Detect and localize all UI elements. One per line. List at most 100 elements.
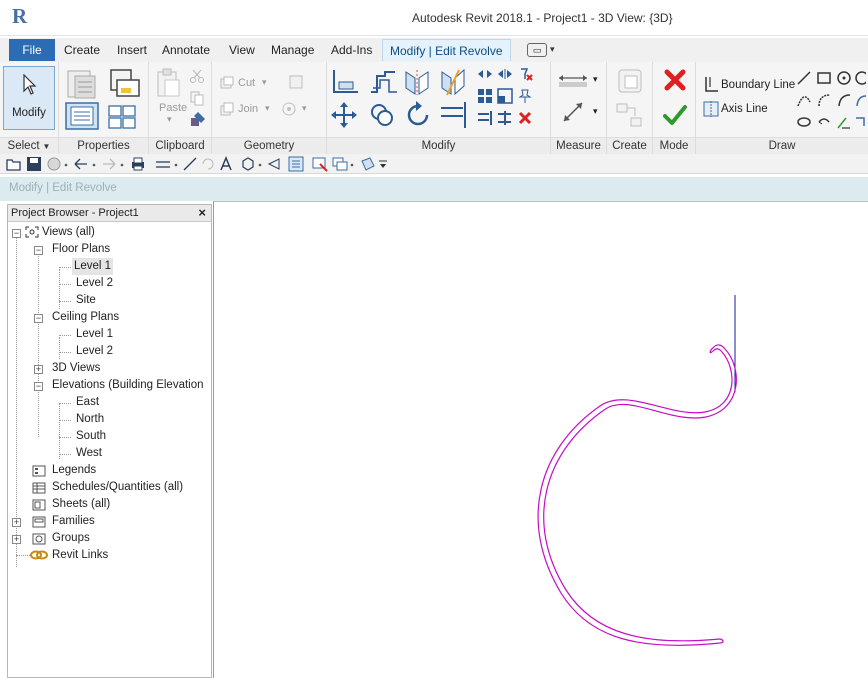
switch-windows-icon[interactable] bbox=[332, 156, 348, 172]
join-geometry-label[interactable]: Join bbox=[238, 103, 258, 115]
chevron-down-icon[interactable]: ▾ bbox=[593, 106, 598, 117]
wall-joins-icon[interactable] bbox=[288, 74, 304, 90]
create-group-icon[interactable] bbox=[615, 102, 645, 130]
copy-icon[interactable] bbox=[189, 90, 205, 106]
align-icon[interactable] bbox=[331, 68, 361, 94]
polygon-tool-icon[interactable] bbox=[836, 70, 852, 86]
boundary-line-icon[interactable] bbox=[702, 75, 720, 95]
tree-item-floor-plans[interactable]: Floor Plans bbox=[52, 241, 110, 258]
measure-qat-icon[interactable] bbox=[154, 156, 172, 172]
tab-add-ins[interactable]: Add-Ins bbox=[331, 39, 372, 61]
sync-central-icon[interactable] bbox=[46, 156, 62, 172]
tab-create[interactable]: Create bbox=[64, 39, 100, 61]
partial-ellipse-icon[interactable] bbox=[816, 114, 832, 130]
open-icon[interactable] bbox=[6, 156, 22, 172]
print-icon[interactable] bbox=[130, 156, 146, 172]
close-icon[interactable]: × bbox=[198, 205, 206, 220]
pick-lines-icon[interactable] bbox=[836, 114, 852, 130]
axis-line-label[interactable]: Axis Line bbox=[721, 103, 768, 115]
file-tab[interactable]: File bbox=[9, 39, 55, 61]
cancel-edit-mode-icon[interactable] bbox=[663, 68, 687, 92]
line-tool-icon[interactable] bbox=[796, 70, 812, 86]
paste-label[interactable]: Paste bbox=[159, 102, 187, 114]
tag-icon[interactable] bbox=[200, 156, 216, 172]
tree-item-groups[interactable]: Groups bbox=[52, 530, 90, 547]
tree-item-east[interactable]: East bbox=[76, 394, 99, 411]
offset-icon[interactable] bbox=[369, 68, 399, 94]
ellipse-tool-icon[interactable] bbox=[796, 114, 812, 130]
thin-lines-icon[interactable] bbox=[288, 156, 304, 172]
chevron-down-icon[interactable]: ▾ bbox=[302, 103, 307, 114]
profile-outer-curve[interactable] bbox=[543, 344, 737, 642]
tab-view[interactable]: View bbox=[229, 39, 255, 61]
mirror-pick-axis-icon[interactable] bbox=[403, 68, 431, 96]
tangent-end-arc-icon[interactable] bbox=[836, 92, 852, 108]
collapse-toggle-icon[interactable]: − bbox=[12, 229, 21, 238]
pick-faces-icon[interactable] bbox=[854, 114, 866, 130]
trim-extend-icon[interactable] bbox=[439, 100, 469, 130]
chevron-down-icon[interactable] bbox=[348, 156, 356, 172]
tree-item-ceiling-plans[interactable]: Ceiling Plans bbox=[52, 309, 119, 326]
tree-item-legends[interactable]: Legends bbox=[52, 462, 96, 479]
chevron-down-icon[interactable]: ▾ bbox=[167, 114, 172, 125]
chevron-down-icon[interactable]: ▾ bbox=[593, 74, 598, 85]
type-properties-icon[interactable] bbox=[107, 104, 139, 130]
fillet-arc-icon[interactable] bbox=[854, 92, 866, 108]
scale-icon[interactable] bbox=[497, 88, 513, 104]
collapse-toggle-icon[interactable]: − bbox=[34, 314, 43, 323]
pin-icon[interactable] bbox=[517, 88, 533, 104]
chevron-down-icon[interactable] bbox=[90, 156, 98, 172]
paste-icon[interactable] bbox=[155, 68, 181, 98]
select-panel-label[interactable]: Select ▼ bbox=[0, 137, 58, 154]
close-hidden-windows-icon[interactable] bbox=[312, 156, 328, 172]
tree-item-site[interactable]: Site bbox=[76, 292, 96, 309]
rectangle-tool-icon[interactable] bbox=[816, 70, 832, 86]
default-3d-view-icon[interactable] bbox=[240, 156, 256, 172]
text-icon[interactable] bbox=[218, 156, 234, 172]
expand-toggle-icon[interactable]: + bbox=[12, 518, 21, 527]
tree-item-3d-views[interactable]: 3D Views bbox=[52, 360, 100, 377]
tree-item-ceiling-level-1[interactable]: Level 1 bbox=[76, 326, 113, 343]
chevron-down-icon[interactable] bbox=[62, 156, 70, 172]
tab-modify-edit-revolve[interactable]: Modify | Edit Revolve bbox=[382, 39, 511, 61]
modify-button[interactable]: Modify bbox=[3, 66, 55, 130]
drawing-canvas[interactable] bbox=[213, 201, 868, 678]
redo-icon[interactable] bbox=[100, 156, 118, 172]
tree-item-floor-level-2[interactable]: Level 2 bbox=[76, 275, 113, 292]
center-ends-arc-icon[interactable] bbox=[816, 92, 832, 108]
unpin-icon[interactable] bbox=[517, 66, 533, 82]
boundary-line-label[interactable]: Boundary Line bbox=[721, 79, 795, 91]
tree-item-sheets[interactable]: Sheets (all) bbox=[52, 496, 110, 513]
tab-annotate[interactable]: Annotate bbox=[162, 39, 210, 61]
tree-item-north[interactable]: North bbox=[76, 411, 104, 428]
array-icon[interactable] bbox=[477, 88, 493, 104]
mirror-draw-axis-icon[interactable] bbox=[439, 68, 467, 96]
revit-logo-icon[interactable]: R bbox=[12, 4, 32, 28]
profile-inner-curve[interactable] bbox=[537, 348, 733, 646]
chevron-down-icon[interactable]: ▾ bbox=[262, 77, 267, 88]
rotate-icon[interactable] bbox=[403, 100, 433, 130]
grid-view-icon[interactable] bbox=[360, 156, 376, 172]
split-face-icon[interactable] bbox=[280, 100, 298, 118]
undo-icon[interactable] bbox=[72, 156, 90, 172]
circle-tool-icon[interactable] bbox=[854, 70, 866, 86]
panel-toggle-icon[interactable]: ▭ bbox=[527, 43, 547, 57]
tree-item-west[interactable]: West bbox=[76, 445, 102, 462]
tree-item-ceiling-level-2[interactable]: Level 2 bbox=[76, 343, 113, 360]
copy-element-icon[interactable] bbox=[367, 100, 397, 130]
chevron-down-icon[interactable]: ▾ bbox=[265, 103, 270, 114]
tree-item-floor-level-1[interactable]: Level 1 bbox=[72, 258, 114, 275]
tree-item-revit-links[interactable]: Revit Links bbox=[52, 547, 108, 564]
finish-edit-mode-icon[interactable] bbox=[663, 104, 687, 126]
family-types-icon[interactable] bbox=[65, 68, 99, 102]
chevron-down-icon[interactable] bbox=[118, 156, 126, 172]
expand-toggle-icon[interactable]: + bbox=[12, 535, 21, 544]
cut-geometry-label[interactable]: Cut bbox=[238, 77, 255, 89]
save-icon[interactable] bbox=[26, 156, 42, 172]
cut-icon[interactable] bbox=[189, 68, 205, 84]
customize-qat-icon[interactable] bbox=[378, 156, 388, 172]
split-element-icon[interactable] bbox=[477, 68, 493, 80]
tree-item-elevations[interactable]: Elevations (Building Elevation bbox=[52, 377, 204, 394]
family-category-icon[interactable] bbox=[107, 66, 141, 100]
tree-item-south[interactable]: South bbox=[76, 428, 106, 445]
